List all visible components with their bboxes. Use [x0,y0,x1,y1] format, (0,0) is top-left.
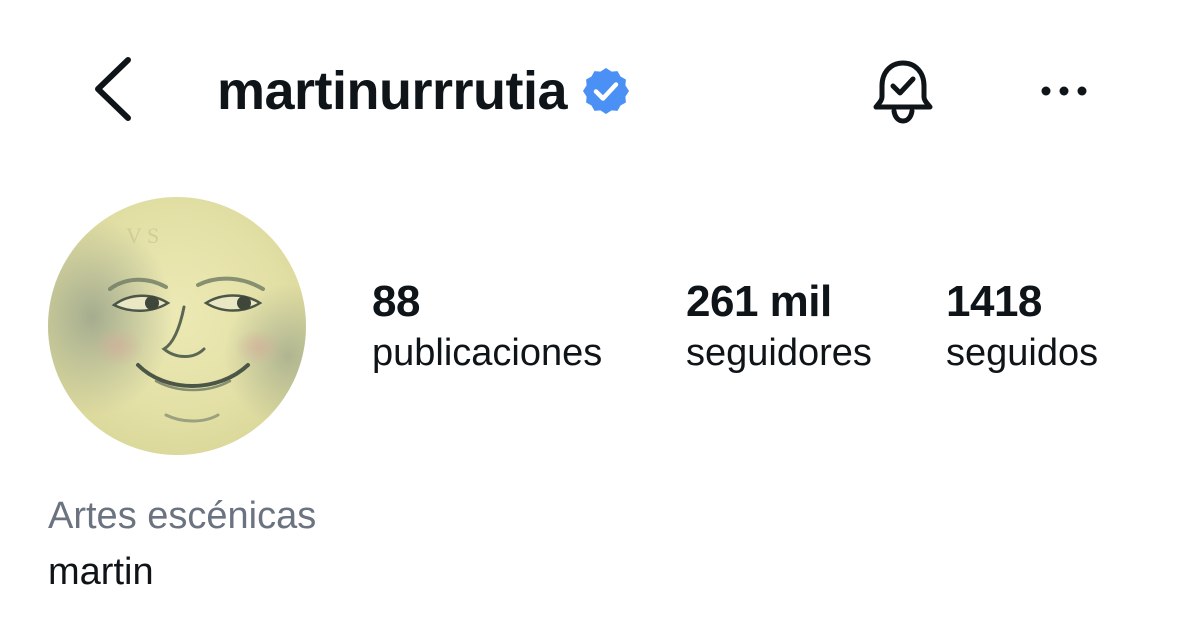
profile-header-title: martinurrrutia [217,56,631,126]
svg-text:V S: V S [126,223,159,248]
stat-following[interactable]: 1418 seguidos [946,276,1098,379]
more-horizontal-icon[interactable] [1034,74,1094,108]
username: martinurrrutia [217,61,568,121]
stat-followers[interactable]: 261 mil seguidores [686,276,872,379]
stat-followers-value: 261 mil [686,277,832,326]
stat-followers-label: seguidores [686,332,872,374]
stat-posts-value: 88 [372,277,420,326]
profile-screen: martinurrrutia V S 88 publicaciones 261 … [0,0,1179,628]
stat-posts[interactable]: 88 publicaciones [372,276,602,379]
profile-display-name: martin [48,551,154,593]
moon-face-avatar[interactable]: V S [48,197,306,455]
verified-badge-icon [583,68,630,114]
chevron-left-icon[interactable] [88,52,144,126]
stat-following-value: 1418 [946,277,1042,326]
stat-following-label: seguidos [946,332,1099,374]
profile-category: Artes escénicas [48,495,317,537]
bell-check-icon[interactable] [868,55,938,127]
stat-posts-label: publicaciones [372,332,603,374]
